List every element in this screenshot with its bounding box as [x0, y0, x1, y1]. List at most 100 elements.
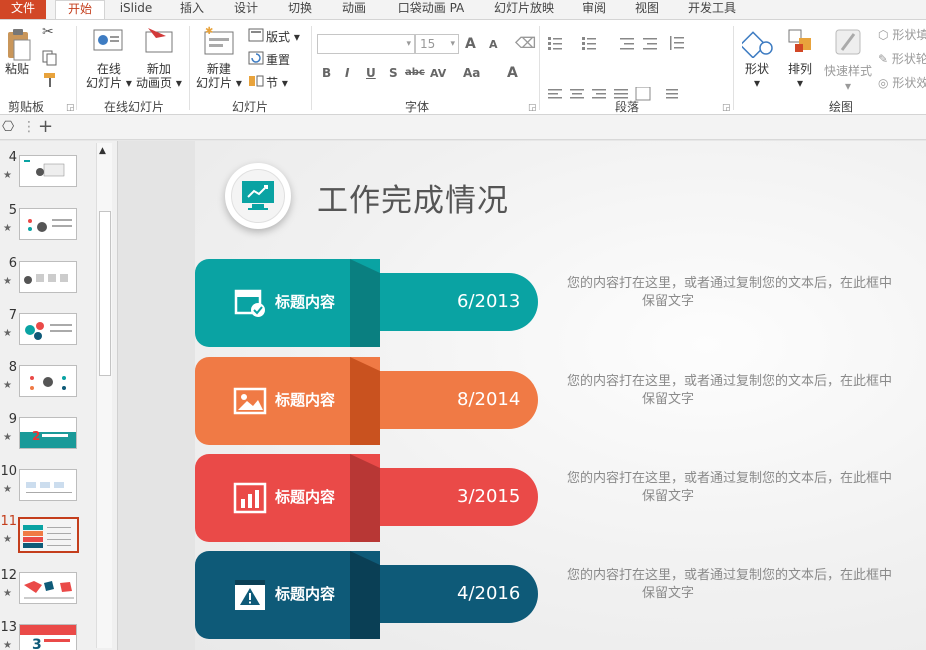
font-color-button[interactable]: A [507, 65, 518, 81]
slide-thumbnail-11-selected[interactable] [18, 517, 79, 553]
thumb-star-6: ★ [3, 276, 12, 287]
new-animation-page-label[interactable]: 新加 动画页 ▾ [136, 62, 182, 90]
format-painter-icon[interactable] [42, 72, 58, 88]
tab-pocket-animation[interactable]: 口袋动画 PA [391, 0, 471, 19]
shadow-button[interactable]: S [389, 66, 398, 80]
thumbnail-scrollbar[interactable]: ▲ [96, 143, 112, 648]
row-description[interactable]: 您的内容打在这里，或者通过复制您的文本后，在此框中 保留文字 [567, 275, 926, 311]
tab-review[interactable]: 审阅 [574, 0, 614, 19]
tab-home[interactable]: 开始 [55, 0, 105, 20]
row-title[interactable]: 标题内容 [275, 486, 335, 507]
thumb-number-11: 11 [0, 514, 17, 529]
quick-styles-icon[interactable] [832, 28, 866, 58]
timeline-row-3[interactable]: 标题内容 3/2015 您的内容打在这里，或者通过复制您的文本后，在此框中 保留文字 [195, 454, 926, 542]
layout-label[interactable]: 版式 ▾ [266, 28, 300, 45]
shrink-font-icon[interactable]: A [489, 38, 498, 51]
clipboard-launcher-icon[interactable]: ◲ [66, 103, 75, 113]
paragraph-launcher-icon[interactable]: ◲ [722, 103, 731, 113]
strikethrough-button[interactable]: abc [405, 67, 425, 78]
slide-thumbnail-10[interactable] [19, 469, 77, 501]
layout-icon[interactable] [248, 28, 264, 42]
thumb-number-12: 12 [0, 568, 17, 583]
row-date[interactable]: 3/2015 [457, 486, 520, 507]
reset-label[interactable]: 重置 [266, 51, 290, 68]
slide-thumbnail-12[interactable] [19, 572, 77, 604]
change-case-button[interactable]: Aa [463, 66, 480, 80]
shapes-label[interactable]: 形状 ▾ [745, 62, 769, 90]
copy-icon[interactable] [42, 50, 58, 66]
slide-thumbnail-4[interactable] [19, 155, 77, 187]
reset-icon[interactable] [248, 51, 264, 65]
arrange-icon[interactable] [787, 28, 815, 56]
timeline-row-2[interactable]: 标题内容 8/2014 您的内容打在这里，或者通过复制您的文本后，在此框中 保留文字 [195, 357, 926, 445]
section-icon[interactable] [248, 74, 264, 88]
row-title[interactable]: 标题内容 [275, 389, 335, 410]
section-label[interactable]: 节 ▾ [266, 74, 288, 91]
scroll-up-icon[interactable]: ▲ [99, 146, 106, 156]
row-title[interactable]: 标题内容 [275, 583, 335, 604]
section-toggle-icon[interactable]: ⎔ [2, 119, 14, 135]
font-size-combo[interactable]: 15 ▾ [415, 34, 459, 54]
cut-icon[interactable]: ✂ [42, 24, 54, 40]
quick-styles-label[interactable]: 快速样式 ▾ [824, 62, 872, 93]
scrollbar-thumb[interactable] [99, 211, 111, 376]
tab-file[interactable]: 文件 [0, 0, 46, 19]
row-description[interactable]: 您的内容打在这里，或者通过复制您的文本后，在此框中 保留文字 [567, 470, 926, 506]
shapes-icon[interactable] [742, 28, 776, 58]
bold-button[interactable]: B [322, 66, 331, 80]
online-group-label: 在线幻灯片 [104, 100, 165, 114]
paste-label[interactable]: 粘贴 [5, 62, 29, 76]
tab-transitions[interactable]: 切换 [278, 0, 322, 19]
tab-design[interactable]: 设计 [224, 0, 268, 19]
new-slide-icon[interactable]: ✱ [203, 26, 235, 56]
row-title[interactable]: 标题内容 [275, 291, 335, 312]
presentation-chart-icon [242, 181, 274, 210]
slide-thumbnail-7[interactable] [19, 313, 77, 345]
slide-thumbnail-8[interactable] [19, 365, 77, 397]
timeline-row-1[interactable]: 标题内容 6/2013 您的内容打在这里，或者通过复制您的文本后，在此框中 保留文字 [195, 259, 926, 347]
row-date[interactable]: 8/2014 [457, 389, 520, 410]
italic-button[interactable]: I [345, 66, 349, 80]
row-date[interactable]: 4/2016 [457, 583, 520, 604]
slide-thumbnail-9[interactable]: 2 [19, 417, 77, 449]
slide-thumbnail-5[interactable] [19, 208, 77, 240]
paragraph-list-icons[interactable] [548, 36, 718, 50]
grow-font-icon[interactable]: A [465, 36, 476, 52]
new-animation-page-icon[interactable] [144, 26, 176, 54]
font-launcher-icon[interactable]: ◲ [528, 103, 537, 113]
tab-developer[interactable]: 开发工具 [682, 0, 742, 19]
thumb-star-13: ★ [3, 640, 12, 650]
shape-outline-button[interactable]: ✎ 形状轮 [878, 50, 926, 67]
row-description[interactable]: 您的内容打在这里，或者通过复制您的文本后，在此框中 保留文字 [567, 567, 926, 603]
slide-title[interactable]: 工作完成情况 [317, 175, 509, 220]
slide[interactable]: 工作完成情况 标题内容 6/2013 您的内容打在这里，或者通过复制您的文本后，在此… [195, 141, 926, 650]
tab-slideshow[interactable]: 幻灯片放映 [489, 0, 559, 19]
tab-view[interactable]: 视图 [627, 0, 667, 19]
add-icon[interactable]: + [38, 116, 53, 137]
font-name-combo[interactable]: ▾ [317, 34, 415, 54]
shape-effects-button[interactable]: ◎ 形状效 [878, 74, 926, 91]
title-icon-badge [225, 163, 291, 229]
arrange-label[interactable]: 排列 ▾ [788, 62, 812, 90]
slide-thumbnail-6[interactable] [19, 261, 77, 293]
row-description[interactable]: 您的内容打在这里，或者通过复制您的文本后，在此框中 保留文字 [567, 373, 926, 409]
tab-insert[interactable]: 插入 [170, 0, 214, 19]
row-fold-shadow [350, 259, 380, 347]
underline-button[interactable]: U [366, 66, 376, 80]
online-slide-label[interactable]: 在线 幻灯片 ▾ [86, 62, 132, 90]
new-slide-label[interactable]: 新建 幻灯片 ▾ [196, 62, 242, 90]
shape-fill-button[interactable]: ⬡ 形状填 [878, 26, 926, 43]
clear-format-icon[interactable]: ⌫ [515, 34, 536, 52]
row-description-line-1: 您的内容打在这里，或者通过复制您的文本后，在此框中 [567, 568, 893, 583]
tab-animations[interactable]: 动画 [332, 0, 376, 19]
paste-icon[interactable] [6, 28, 32, 62]
online-slide-icon[interactable] [93, 28, 123, 54]
char-spacing-button[interactable]: AV [430, 67, 446, 80]
strip-handle-icon: ⋮ [22, 119, 36, 135]
thumb-star-11: ★ [3, 534, 12, 545]
timeline-row-4[interactable]: 标题内容 4/2016 您的内容打在这里，或者通过复制您的文本后，在此框中 保留文字 [195, 551, 926, 639]
row-date[interactable]: 6/2013 [457, 291, 520, 312]
thumb-number-13: 13 [0, 620, 17, 635]
slide-thumbnail-13[interactable]: 3 [19, 624, 77, 650]
tab-islide[interactable]: iSlide [112, 0, 160, 19]
